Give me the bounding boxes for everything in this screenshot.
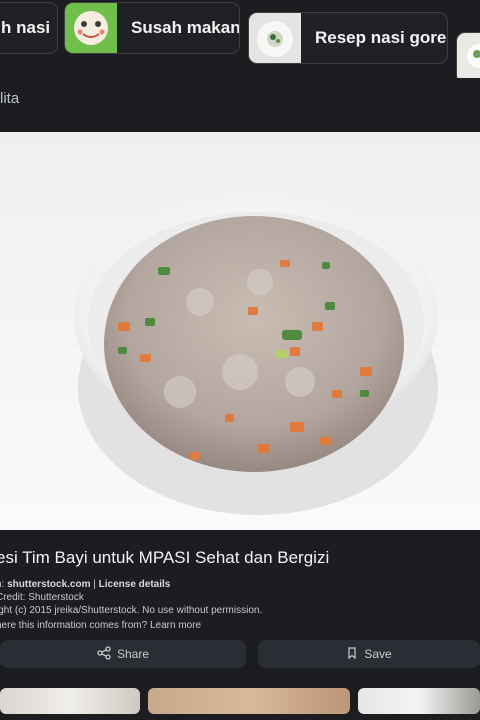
save-button[interactable]: Save (258, 640, 480, 668)
related-image-1[interactable] (0, 688, 140, 714)
share-label: Share (116, 647, 150, 661)
chip-label: Resep nasi goreng (315, 28, 447, 47)
source-line: n: shutterstock.com | License details (0, 578, 480, 591)
preview-image[interactable] (0, 132, 480, 530)
related-images-strip (0, 686, 480, 720)
related-image-3[interactable] (358, 688, 480, 714)
chip-thumbnail (249, 13, 301, 63)
chip-susah-makan[interactable]: Susah makan (64, 2, 240, 54)
learn-more-link[interactable]: Learn more (150, 620, 201, 631)
chip-thumbnail (457, 33, 480, 78)
chip-related-1[interactable]: h nasi (0, 2, 58, 54)
copyright-text: ight (c) 2015 jreika/Shutterstock. No us… (0, 605, 263, 616)
source-separator: | (90, 579, 99, 590)
share-button[interactable]: Share (0, 640, 246, 668)
info-source-line: here this information comes from? Learn … (0, 619, 480, 632)
license-details-link[interactable]: License details (99, 579, 171, 590)
image-info-panel: esi Tim Bayi untuk MPASI Sehat dan Bergi… (0, 548, 480, 632)
chip-thumbnail (65, 3, 117, 53)
chip-label: Susah makan (131, 18, 240, 37)
save-label: Save (364, 647, 392, 661)
related-image-2[interactable] (148, 688, 350, 714)
bookmark-icon (346, 646, 358, 662)
related-searches-row: h nasi Susah makan Resep nasi gore (0, 0, 480, 78)
credit-text: Credit: Shutterstock (0, 592, 84, 603)
share-icon (97, 645, 111, 663)
chip-label: h nasi (1, 18, 51, 37)
image-source-label: lita (0, 90, 20, 107)
chip-related-4[interactable] (456, 32, 480, 78)
chip-resep-nasi-goreng[interactable]: Resep nasi goreng (248, 12, 448, 64)
image-title[interactable]: esi Tim Bayi untuk MPASI Sehat dan Bergi… (0, 548, 480, 568)
info-source-question: here this information comes from? (0, 620, 148, 631)
source-domain-link[interactable]: shutterstock.com (7, 579, 90, 590)
